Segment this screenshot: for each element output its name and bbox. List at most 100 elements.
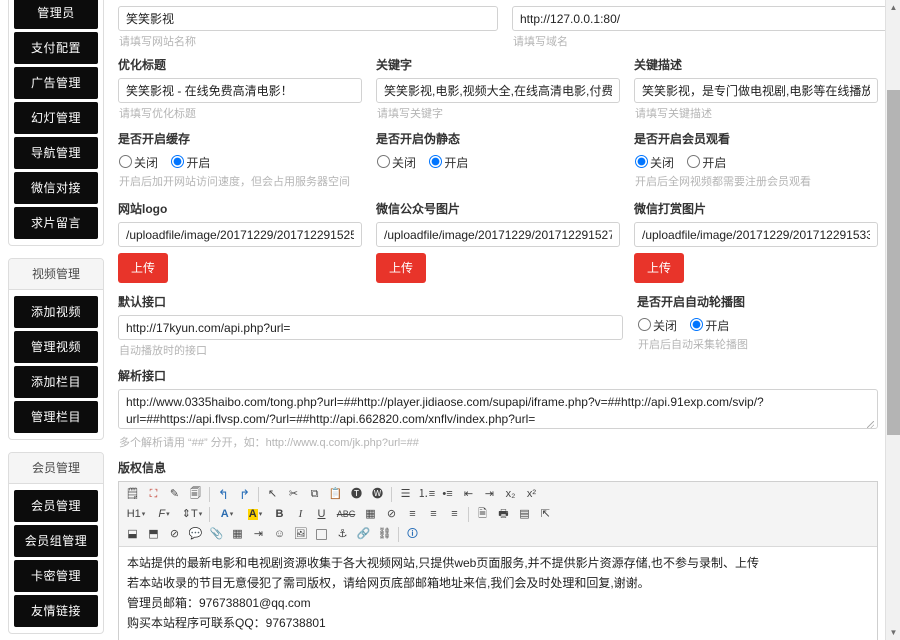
text-color-icon[interactable]: A ▾ [214,505,240,523]
scroll-down-arrow-icon[interactable]: ▼ [886,625,900,640]
copy-icon[interactable]: ⧉ [305,485,324,503]
sidebar-item-manage-video[interactable]: 管理视频 [14,331,98,363]
preview-icon[interactable]: 🗐 [186,485,205,503]
auto-slider-radio-on[interactable]: 开启 [690,318,729,333]
font-size-icon[interactable]: ⇕T ▾ [179,505,205,523]
wechat-mp-image-input[interactable] [376,222,620,247]
clear-style-icon[interactable]: ⊘ [382,505,401,523]
sidebar-item-member-group-manage[interactable]: 会员组管理 [14,525,98,557]
smiley-icon[interactable]: ☺ [270,525,289,543]
pseudo-static-radio-on[interactable]: 开启 [429,155,468,170]
pseudo-static-radio-group[interactable]: 关闭 开启 [376,152,620,171]
unlink-icon[interactable]: ⛓ [375,525,394,543]
keywords-input[interactable] [376,78,620,103]
document-properties-icon[interactable]: ▤ [515,505,534,523]
member-watch-radio-on-input[interactable] [687,155,701,168]
member-watch-radio-group[interactable]: 关闭 开启 [634,152,878,171]
align-right-icon[interactable]: ≡ [445,505,464,523]
scroll-up-arrow-icon[interactable]: ▲ [886,0,900,15]
pseudo-static-radio-off[interactable]: 关闭 [377,155,416,170]
editor-content-area[interactable]: 本站提供的最新电影和电视剧资源收集于各大视频网站,只提供web页面服务,并不提供… [119,547,877,640]
image-icon[interactable]: 🖼 [291,525,310,543]
select-all-icon[interactable]: ↖ [263,485,282,503]
numbered-list-icon[interactable]: ⒈≡ [417,485,436,503]
decrease-indent-icon[interactable]: ⇤ [459,485,478,503]
member-watch-radio-off-input[interactable] [635,155,648,168]
pseudo-static-radio-off-input[interactable] [377,155,390,168]
sidebar-item-add-category[interactable]: 添加栏目 [14,366,98,398]
sidebar-item-admin[interactable]: 管理员 [14,0,98,29]
site-logo-upload-button[interactable]: 上传 [118,253,169,283]
bulleted-list-icon[interactable]: •≡ [438,485,457,503]
description-input[interactable] [634,78,878,103]
auto-slider-radio-on-input[interactable] [690,318,704,331]
print-icon[interactable]: 🖶 [494,505,513,523]
cache-radio-off[interactable]: 关闭 [119,155,158,170]
site-name-input[interactable] [118,6,498,31]
increase-indent-icon[interactable]: ⇥ [480,485,499,503]
cache-radio-off-input[interactable] [119,155,132,168]
member-watch-radio-off[interactable]: 关闭 [635,155,674,170]
page-break-icon[interactable]: 🗎 [473,505,492,523]
sidebar-item-wechat-connect[interactable]: 微信对接 [14,172,98,204]
horizontal-rule-icon[interactable]: ⇥ [249,525,268,543]
anchor-icon[interactable]: ⚓ [333,525,352,543]
attachment-icon[interactable]: 📎 [207,525,226,543]
wechat-reward-image-input[interactable] [634,222,878,247]
parse-api-textarea[interactable]: http://www.0335haibo.com/tong.php?url=##… [118,389,878,429]
delete-row-icon[interactable]: ⬒ [144,525,163,543]
domain-input[interactable] [512,6,888,31]
member-watch-radio-on[interactable]: 开启 [687,155,726,170]
subscript-icon[interactable]: x₂ [501,485,520,503]
sidebar-item-slide-manage[interactable]: 幻灯管理 [14,102,98,134]
table-icon[interactable]: ▦ [228,525,247,543]
cache-radio-on[interactable]: 开启 [171,155,210,170]
site-logo-input[interactable] [118,222,362,247]
sidebar-item-member-manage[interactable]: 会员管理 [14,490,98,522]
sidebar-item-friend-links[interactable]: 友情链接 [14,595,98,627]
strikethrough-icon[interactable]: ABC [333,505,359,523]
sidebar-item-manage-category[interactable]: 管理栏目 [14,401,98,433]
auto-slider-radio-off-input[interactable] [638,318,651,331]
auto-slider-radio-off[interactable]: 关闭 [638,318,677,333]
sidebar-item-request-message[interactable]: 求片留言 [14,207,98,239]
paste-word-icon[interactable]: 🅦 [368,485,387,503]
seo-title-input[interactable] [118,78,362,103]
underline-icon[interactable]: U [312,505,331,523]
paste-icon[interactable]: 📋 [326,485,345,503]
link-icon[interactable]: 🔗 [354,525,373,543]
templates-icon[interactable]: 🗒 [123,485,142,503]
wechat-reward-image-upload-button[interactable]: 上传 [634,253,685,283]
new-page-icon[interactable]: ✎ [165,485,184,503]
about-icon[interactable]: 🛈 [403,525,422,543]
source-icon[interactable]: ⛶ [144,485,163,503]
heading-icon[interactable]: H1 ▾ [123,505,149,523]
sidebar-item-add-video[interactable]: 添加视频 [14,296,98,328]
redo-icon[interactable]: ↱ [235,485,254,503]
cache-radio-on-input[interactable] [171,155,185,168]
speech-icon[interactable]: 💬 [186,525,205,543]
sidebar-item-card-manage[interactable]: 卡密管理 [14,560,98,592]
remove-format-icon[interactable]: ☰ [396,485,415,503]
font-family-icon[interactable]: F ▾ [151,505,177,523]
pseudo-static-radio-on-input[interactable] [429,155,443,168]
spellcheck-icon[interactable]: ⊘ [165,525,184,543]
undo-icon[interactable]: ↰ [214,485,233,503]
sidebar-item-nav-manage[interactable]: 导航管理 [14,137,98,169]
show-blocks-icon[interactable]: ▦ [361,505,380,523]
default-api-input[interactable] [118,315,623,340]
insert-row-icon[interactable]: ⬓ [123,525,142,543]
wechat-mp-image-upload-button[interactable]: 上传 [376,253,427,283]
italic-icon[interactable]: I [291,505,310,523]
align-center-icon[interactable]: ≡ [424,505,443,523]
cut-icon[interactable]: ✂ [284,485,303,503]
auto-slider-radio-group[interactable]: 关闭 开启 [637,315,878,334]
sidebar-item-payment-config[interactable]: 支付配置 [14,32,98,64]
align-left-icon[interactable]: ≡ [403,505,422,523]
bold-icon[interactable]: B [270,505,289,523]
superscript-icon[interactable]: x² [522,485,541,503]
cache-radio-group[interactable]: 关闭 开启 [118,152,362,171]
scrollbar-thumb[interactable] [887,90,900,435]
maximize-icon[interactable]: ⇱ [536,505,555,523]
sidebar-item-ad-manage[interactable]: 广告管理 [14,67,98,99]
